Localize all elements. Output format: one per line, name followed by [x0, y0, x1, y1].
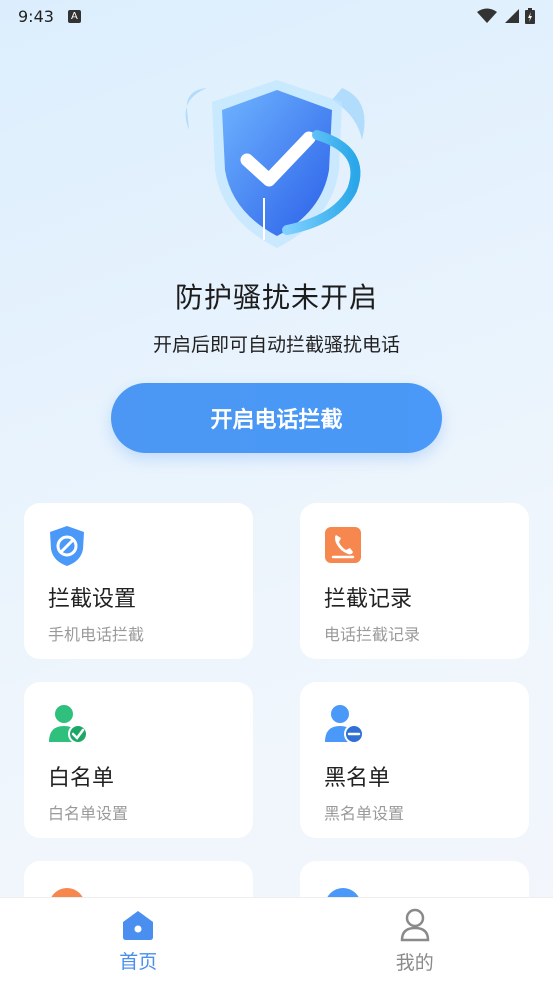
card-block-settings[interactable]: 拦截设置 手机电话拦截: [24, 503, 253, 659]
status-a-icon: A: [67, 9, 81, 23]
battery-icon: [525, 8, 535, 24]
card-blacklist[interactable]: 黑名单 黑名单设置: [300, 682, 529, 838]
card-title: 白名单: [48, 766, 115, 791]
card-block-records[interactable]: 拦截记录 电话拦截记录: [300, 503, 529, 659]
signal-icon: [505, 9, 519, 23]
nav-home-label: 首页: [119, 950, 158, 973]
card-whitelist[interactable]: 白名单 白名单设置: [24, 682, 253, 838]
card-subtitle: 电话拦截记录: [324, 625, 421, 644]
user-minus-icon: [324, 704, 364, 744]
card-subtitle: 黑名单设置: [324, 804, 405, 823]
card-subtitle: 白名单设置: [48, 804, 129, 823]
nav-profile-label: 我的: [395, 951, 434, 974]
shield-check-icon: [185, 80, 364, 248]
status-time: 9:43: [18, 6, 54, 26]
card-subtitle: 手机电话拦截: [48, 625, 145, 644]
home-icon: [123, 910, 154, 940]
protection-status-title: 防护骚扰未开启: [174, 281, 378, 314]
block-shield-icon: [48, 525, 86, 566]
wifi-icon: [477, 8, 497, 23]
call-log-icon: [324, 525, 362, 565]
card-title: 黑名单: [324, 766, 391, 791]
status-bar: 9:43 A: [0, 0, 553, 32]
nav-profile[interactable]: 我的: [277, 898, 553, 984]
profile-icon: [400, 908, 430, 941]
enable-call-blocking-button[interactable]: 开启电话拦截: [111, 383, 442, 453]
protection-status-subtitle: 开启后即可自动拦截骚扰电话: [152, 334, 400, 356]
status-icons: [477, 8, 535, 24]
bottom-nav: 首页 我的: [0, 897, 553, 984]
card-title: 拦截记录: [324, 587, 413, 612]
user-check-icon: [48, 704, 88, 744]
nav-home[interactable]: 首页: [0, 898, 277, 984]
hero-shield: [0, 70, 553, 270]
card-title: 拦截设置: [48, 587, 137, 612]
